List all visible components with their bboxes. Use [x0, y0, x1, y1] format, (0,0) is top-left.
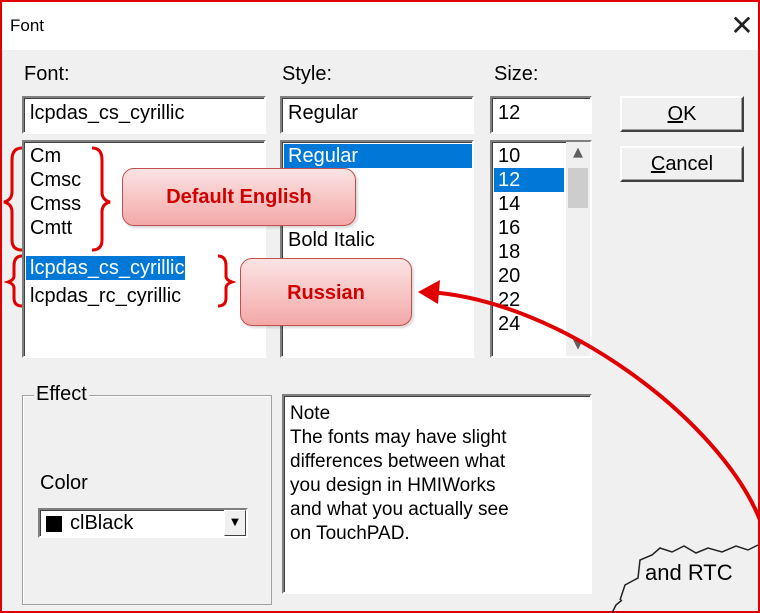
size-list-item[interactable]: 10 — [494, 144, 520, 168]
close-icon[interactable]: ✕ — [724, 8, 760, 44]
color-select[interactable]: clBlack ▼ — [38, 508, 248, 538]
note-line: on TouchPAD. — [290, 523, 410, 544]
size-label: Size: — [494, 63, 539, 85]
window-title: Font — [10, 16, 45, 35]
style-label: Style: — [282, 63, 333, 85]
ok-mnemonic: O — [667, 103, 684, 125]
dropdown-arrow-icon[interactable]: ▼ — [224, 510, 246, 536]
size-list-item[interactable]: 14 — [494, 192, 520, 216]
note-line: you design in HMIWorks — [290, 475, 496, 496]
font-label: Font: — [24, 63, 70, 85]
note-box: Note The fonts may have slight differenc… — [282, 394, 592, 594]
chevron-up-icon[interactable]: ▲ — [566, 142, 590, 164]
size-list-item[interactable]: 16 — [494, 216, 520, 240]
size-list-item[interactable]: 20 — [494, 264, 520, 288]
font-list-item[interactable]: lcpdas_rc_cyrillic — [26, 284, 181, 308]
title-bar: Font ✕ — [2, 2, 758, 50]
style-input[interactable]: Regular — [280, 96, 474, 134]
size-list-item[interactable]: 24 — [494, 312, 520, 336]
font-list-item[interactable]: Cmtt — [26, 216, 72, 240]
effect-group — [22, 395, 272, 605]
note-line: and what you actually see — [290, 499, 509, 520]
cancel-mnemonic: C — [650, 153, 666, 175]
style-list-item-selected[interactable]: Regular — [284, 144, 472, 168]
font-list-item[interactable]: Cmsc — [26, 168, 81, 192]
background-text: and RTC — [645, 560, 733, 585]
note-line: Note — [290, 403, 331, 424]
scroll-thumb[interactable] — [568, 168, 588, 208]
font-input[interactable]: lcpdas_cs_cyrillic — [22, 96, 266, 134]
color-value: clBlack — [70, 512, 134, 534]
cancel-label: ancel — [665, 153, 714, 175]
size-input[interactable]: 12 — [490, 96, 592, 134]
callout-russian: Russian — [240, 258, 412, 326]
size-list-item-selected[interactable]: 12 — [494, 168, 564, 192]
note-line: differences between what — [290, 451, 506, 472]
font-list-item-selected[interactable]: lcpdas_cs_cyrillic — [26, 256, 185, 280]
ok-label: K — [683, 103, 697, 125]
color-swatch — [46, 516, 62, 532]
note-line: The fonts may have slight — [290, 427, 507, 448]
ok-button[interactable]: OK — [620, 96, 744, 132]
font-list-item[interactable]: Cm — [26, 144, 61, 168]
size-list-item[interactable]: 18 — [494, 240, 520, 264]
color-label: Color — [40, 472, 88, 494]
size-list-item[interactable]: 22 — [494, 288, 520, 312]
effect-label: Effect — [34, 383, 89, 406]
cancel-button[interactable]: Cancel — [620, 146, 744, 182]
font-list-item[interactable]: Cmss — [26, 192, 81, 216]
size-list[interactable]: 10 12 14 16 18 20 22 24 ▲ ▼ — [490, 140, 592, 358]
style-list-item[interactable]: Bold Italic — [284, 228, 375, 252]
chevron-down-icon[interactable]: ▼ — [566, 334, 590, 356]
size-scrollbar[interactable]: ▲ ▼ — [566, 142, 590, 356]
callout-default-english: Default English — [122, 168, 356, 226]
